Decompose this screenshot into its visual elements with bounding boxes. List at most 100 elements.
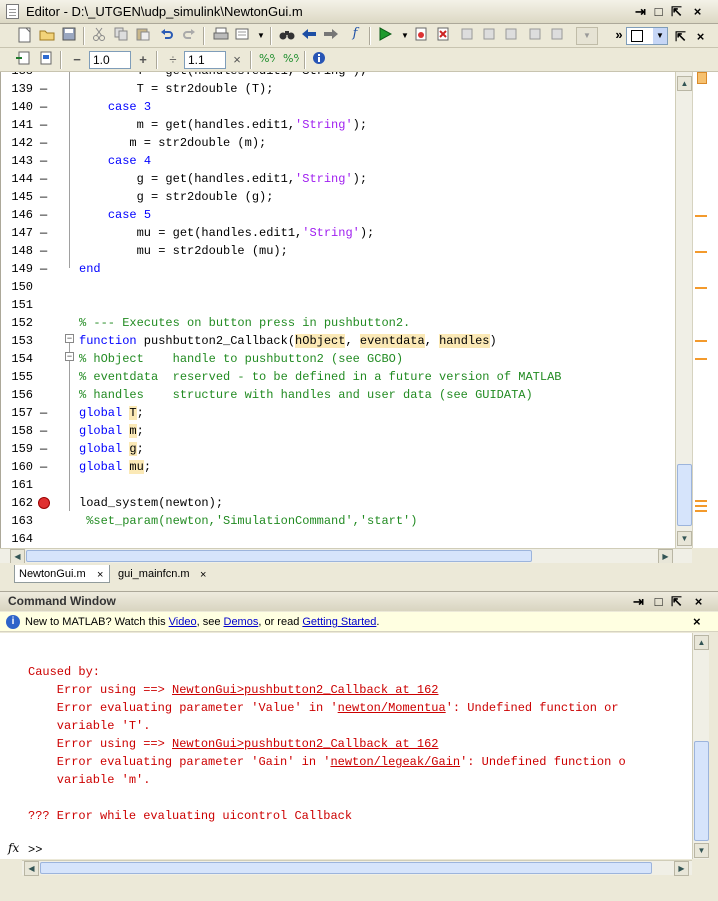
step-out-icon[interactable] — [502, 27, 520, 45]
exit-debug-icon[interactable] — [548, 27, 566, 45]
line-number[interactable]: 157 — [9, 404, 33, 422]
find-binoculars-icon[interactable] — [278, 27, 296, 45]
breakpoint-dash[interactable]: — — [40, 422, 47, 440]
line-number[interactable]: 155 — [9, 368, 33, 386]
line-number[interactable]: 161 — [9, 476, 33, 494]
breakpoint-dash[interactable]: — — [40, 206, 47, 224]
video-link[interactable]: Video — [169, 616, 197, 628]
close-tab-icon[interactable]: × — [200, 568, 206, 582]
line-number[interactable]: 152 — [9, 314, 33, 332]
line-number[interactable]: 159 — [9, 440, 33, 458]
line-number[interactable]: 164 — [9, 530, 33, 548]
line-number[interactable]: 148 — [9, 242, 33, 260]
line-number[interactable]: 156 — [9, 386, 33, 404]
line-number[interactable]: 147 — [9, 224, 33, 242]
warning-indicator-icon[interactable] — [697, 72, 707, 84]
command-vscrollbar[interactable]: ▲ ▼ — [692, 633, 709, 859]
breakpoint-dash[interactable]: — — [40, 260, 47, 278]
maximize-icon[interactable]: □ — [650, 3, 667, 20]
scroll-down-icon[interactable]: ▼ — [677, 531, 692, 546]
line-number[interactable]: 142 — [9, 134, 33, 152]
line-number[interactable]: 158 — [9, 422, 33, 440]
warning-mark[interactable] — [695, 215, 707, 217]
warning-mark[interactable] — [695, 505, 707, 507]
run-icon[interactable] — [376, 27, 394, 45]
warning-mark[interactable] — [695, 340, 707, 342]
hide-cell-titles-icon[interactable]: %% — [282, 51, 304, 69]
warning-mark[interactable] — [695, 510, 707, 512]
block-link[interactable]: newton/legeak/Gain — [330, 755, 460, 769]
breakpoint-dash[interactable]: — — [40, 404, 47, 422]
line-number[interactable]: 149 — [9, 260, 33, 278]
line-number[interactable]: 143 — [9, 152, 33, 170]
hscroll-thumb[interactable] — [26, 550, 532, 562]
line-number[interactable]: 139 — [9, 80, 33, 98]
set-breakpoint-icon[interactable] — [412, 27, 430, 45]
editor-hscrollbar[interactable]: ◀ ▶ — [0, 548, 692, 564]
undock-icon[interactable]: ⇥ — [632, 3, 649, 20]
fold-toggle-icon[interactable]: − — [65, 352, 74, 361]
multiply-button[interactable]: × — [228, 51, 246, 69]
hscroll-thumb[interactable] — [40, 862, 652, 874]
breakpoint-dash[interactable]: — — [40, 170, 47, 188]
warning-mark[interactable] — [695, 358, 707, 360]
scroll-up-icon[interactable]: ▲ — [677, 76, 692, 91]
layout-dropdown[interactable]: ▼ — [626, 27, 668, 45]
close-icon[interactable]: × — [692, 28, 709, 45]
line-number[interactable]: 151 — [9, 296, 33, 314]
line-number[interactable]: 163 — [9, 512, 33, 530]
scroll-down-icon[interactable]: ▼ — [694, 843, 709, 858]
scroll-left-icon[interactable]: ◀ — [24, 861, 39, 876]
restore-icon[interactable]: ⇱ — [668, 3, 685, 20]
getting-started-link[interactable]: Getting Started — [302, 616, 376, 628]
fold-toggle-icon[interactable]: − — [65, 334, 74, 343]
demos-link[interactable]: Demos — [224, 616, 259, 628]
step-in-icon[interactable] — [480, 27, 498, 45]
breakpoint-dash[interactable]: — — [40, 242, 47, 260]
breakpoint-dash[interactable]: — — [40, 134, 47, 152]
scroll-thumb[interactable] — [677, 464, 692, 526]
restore-icon[interactable]: ⇱ — [668, 593, 685, 610]
copy-icon[interactable] — [112, 27, 130, 45]
breakpoint-dash[interactable]: — — [40, 458, 47, 476]
stack-dropdown[interactable]: ▼ — [576, 27, 598, 45]
print-preview-icon[interactable] — [234, 27, 252, 45]
line-number[interactable]: 141 — [9, 116, 33, 134]
warning-mark[interactable] — [695, 251, 707, 253]
paste-icon[interactable] — [134, 27, 152, 45]
line-number[interactable]: 145 — [9, 188, 33, 206]
restore-icon[interactable]: ⇱ — [672, 28, 689, 45]
close-editor-icon[interactable]: × — [689, 3, 706, 20]
tab-newtongui[interactable]: NewtonGui.m × — [14, 565, 110, 583]
line-number[interactable]: 144 — [9, 170, 33, 188]
cut-icon[interactable] — [90, 27, 108, 45]
go-back-icon[interactable] — [300, 27, 318, 45]
warning-mark[interactable] — [695, 287, 707, 289]
tab-gui-mainfcn[interactable]: gui_mainfcn.m × — [114, 565, 214, 583]
cell-factor-input[interactable]: 1.1 — [184, 51, 226, 69]
continue-icon[interactable] — [526, 27, 544, 45]
close-icon[interactable]: × — [690, 593, 707, 610]
editor-vscrollbar[interactable]: ▲ ▼ — [675, 72, 692, 548]
divide-button[interactable]: ÷ — [164, 51, 182, 69]
step-icon[interactable] — [458, 27, 476, 45]
command-window-output[interactable]: Caused by: Error using ==> NewtonGui>pus… — [0, 633, 692, 859]
breakpoint-dash[interactable]: — — [40, 188, 47, 206]
breakpoint-dash[interactable]: — — [40, 80, 47, 98]
cell-step-input[interactable]: 1.0 — [89, 51, 131, 69]
function-fx-icon[interactable]: f — [346, 25, 364, 43]
insert-cell-icon[interactable] — [14, 51, 32, 69]
undo-icon[interactable] — [158, 27, 176, 45]
editor-text-area[interactable]: 138 T = get(handles.edit1,'String'); 139… — [0, 72, 692, 548]
scroll-left-icon[interactable]: ◀ — [10, 549, 25, 564]
warning-mark[interactable] — [695, 500, 707, 502]
error-source-link[interactable]: NewtonGui>pushbutton2_Callback at 162 — [172, 737, 438, 751]
command-prompt[interactable]: >> — [28, 843, 42, 857]
increment-button[interactable]: + — [134, 51, 152, 69]
breakpoint-dash[interactable]: — — [40, 152, 47, 170]
undock-icon[interactable]: ⇥ — [630, 593, 647, 610]
line-number[interactable]: 153 — [9, 332, 33, 350]
error-source-link[interactable]: NewtonGui>pushbutton2_Callback at 162 — [172, 683, 438, 697]
close-tab-icon[interactable]: × — [97, 568, 103, 582]
scroll-right-icon[interactable]: ▶ — [658, 549, 673, 564]
